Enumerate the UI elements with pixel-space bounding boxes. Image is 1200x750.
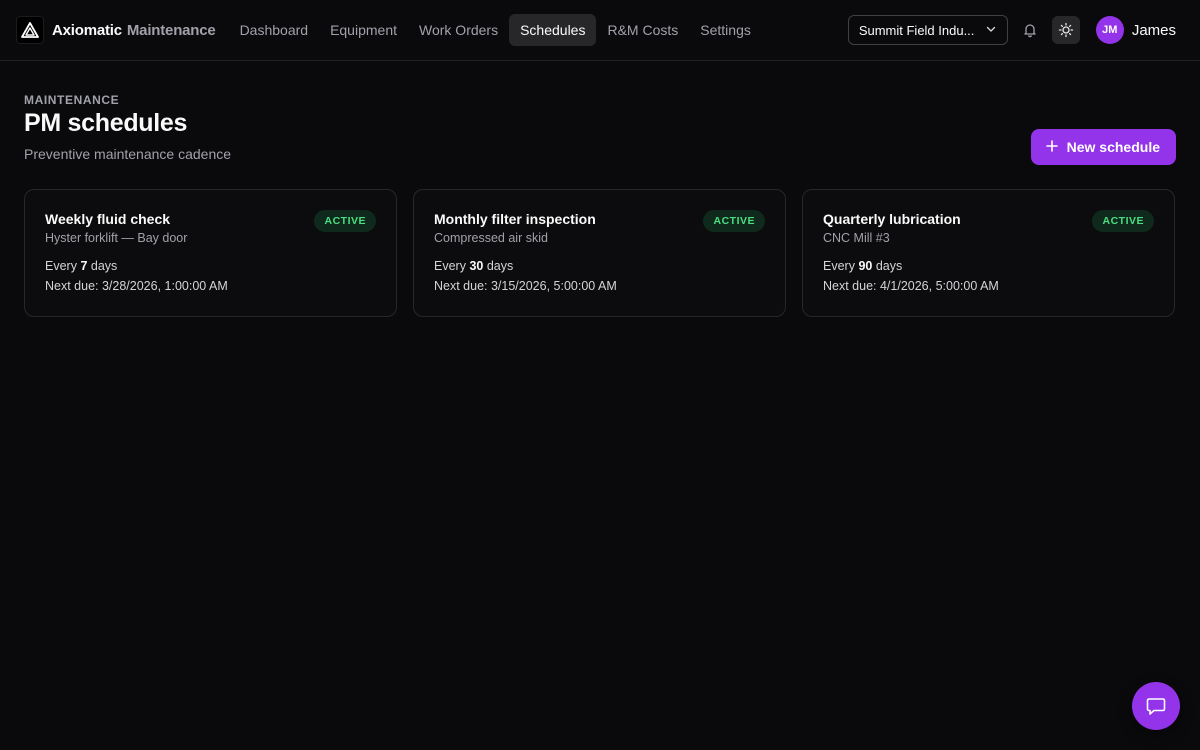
new-schedule-button[interactable]: New schedule — [1030, 129, 1176, 165]
brand-name: Axiomatic — [52, 21, 122, 39]
nav-rm-costs[interactable]: R&M Costs — [596, 14, 689, 46]
nav-equipment[interactable]: Equipment — [319, 14, 408, 46]
status-badge: ACTIVE — [1092, 210, 1154, 232]
nav-dashboard[interactable]: Dashboard — [229, 14, 320, 46]
new-schedule-label: New schedule — [1066, 139, 1160, 155]
bell-icon[interactable] — [1016, 16, 1044, 44]
schedule-card[interactable]: Monthly filter inspection Compressed air… — [413, 189, 786, 317]
chat-icon[interactable] — [1132, 682, 1180, 730]
schedule-list: Weekly fluid check Hyster forklift — Bay… — [24, 189, 1176, 317]
frequency-prefix: Every — [823, 259, 855, 273]
section-eyebrow: MAINTENANCE — [24, 93, 120, 107]
sun-icon[interactable] — [1051, 16, 1080, 44]
frequency-interval: 30 — [469, 259, 484, 273]
schedule-card[interactable]: Quarterly lubrication CNC Mill #3 ACTIVE… — [802, 189, 1175, 317]
schedule-next-due: Next due: 3/15/2026, 5:00:00 AM — [434, 279, 617, 293]
topbar-actions: Summit Field Indu... JM James — [847, 15, 1184, 45]
schedule-next-due: Next due: 3/28/2026, 1:00:00 AM — [45, 279, 228, 293]
triangle-logo-icon[interactable] — [16, 16, 44, 44]
brand-sub: Maintenance — [126, 21, 216, 39]
status-badge: ACTIVE — [314, 210, 376, 232]
schedule-asset: Compressed air skid — [434, 231, 548, 245]
frequency-interval: 90 — [858, 259, 873, 273]
brand[interactable]: Axiomatic Maintenance — [52, 22, 216, 39]
schedule-frequency: Every 7 days — [45, 259, 376, 273]
schedule-next-due: Next due: 4/1/2026, 5:00:00 AM — [823, 279, 999, 293]
organization-select-value: Summit Field Indu... — [858, 22, 975, 38]
frequency-prefix: Every — [45, 259, 77, 273]
frequency-suffix: days — [90, 259, 118, 273]
plus-icon — [1045, 139, 1059, 156]
frequency-prefix: Every — [434, 259, 466, 273]
organization-select[interactable]: Summit Field Indu... — [847, 15, 1008, 45]
chevron-down-icon — [985, 23, 997, 38]
page-subtitle: Preventive maintenance cadence — [24, 146, 232, 162]
page-title: PM schedules — [24, 109, 188, 137]
schedule-frequency: Every 90 days — [823, 259, 1154, 273]
status-badge: ACTIVE — [703, 210, 765, 232]
nav-schedules[interactable]: Schedules — [509, 14, 597, 46]
frequency-suffix: days — [875, 259, 903, 273]
avatar: JM — [1095, 16, 1124, 44]
schedule-card[interactable]: Weekly fluid check Hyster forklift — Bay… — [24, 189, 397, 317]
frequency-suffix: days — [486, 259, 514, 273]
nav-work-orders[interactable]: Work Orders — [408, 14, 509, 46]
nav-settings[interactable]: Settings — [689, 14, 762, 46]
user-menu[interactable]: JM James — [1095, 16, 1184, 44]
user-name: James — [1131, 21, 1176, 39]
schedule-frequency: Every 30 days — [434, 259, 765, 273]
page-header: MAINTENANCE PM schedules Preventive main… — [24, 93, 1176, 165]
top-navbar: Axiomatic Maintenance Dashboard Equipmen… — [0, 0, 1200, 61]
frequency-interval: 7 — [80, 259, 88, 273]
schedule-asset: CNC Mill #3 — [823, 231, 890, 245]
schedule-asset: Hyster forklift — Bay door — [45, 231, 188, 245]
main-nav: Dashboard Equipment Work Orders Schedule… — [229, 14, 762, 46]
